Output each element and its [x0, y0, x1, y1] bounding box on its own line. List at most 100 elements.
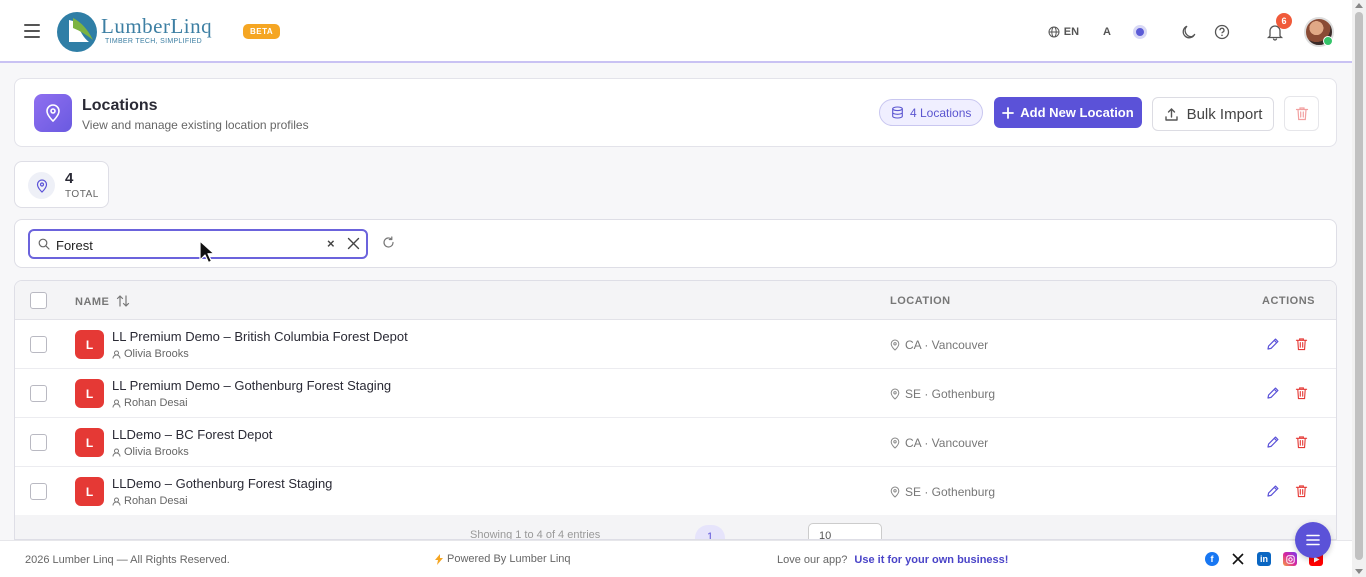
- user-avatar[interactable]: [1304, 17, 1334, 47]
- language-switcher[interactable]: EN: [1048, 26, 1079, 38]
- location-owner-name: Rohan Desai: [124, 397, 188, 409]
- location-place-text: CA · Vancouver: [905, 436, 989, 450]
- location-place: SE · Gothenburg: [890, 387, 995, 401]
- logo-mark-icon: [57, 12, 97, 52]
- row-checkbox[interactable]: [30, 483, 47, 500]
- location-pin-icon: [28, 172, 55, 199]
- edit-icon[interactable]: [1266, 484, 1280, 498]
- list-icon: [1306, 534, 1320, 546]
- edit-icon[interactable]: [1266, 337, 1280, 351]
- plus-icon: [1002, 106, 1015, 119]
- trash-icon[interactable]: [1295, 484, 1308, 498]
- user-icon: [112, 399, 121, 408]
- clear-search-icon[interactable]: ×: [327, 236, 335, 251]
- edit-icon[interactable]: [1266, 435, 1280, 449]
- pagination-bar: Showing 1 to 4 of 4 entries 1 10: [15, 515, 1336, 540]
- location-name[interactable]: LLDemo – BC Forest Depot: [112, 427, 272, 442]
- add-new-location-label: Add New Location: [1020, 105, 1134, 120]
- footer-promo: Love our app? Use it for your own busine…: [777, 554, 1008, 566]
- trash-icon[interactable]: [1295, 435, 1308, 449]
- row-checkbox[interactable]: [30, 385, 47, 402]
- bulk-import-label: Bulk Import: [1186, 105, 1263, 123]
- instagram-icon[interactable]: [1283, 552, 1297, 566]
- location-place: CA · Vancouver: [890, 436, 988, 450]
- add-new-location-button[interactable]: Add New Location: [994, 97, 1142, 128]
- locations-count-label: 4 Locations: [910, 105, 972, 120]
- user-icon: [112, 350, 121, 359]
- location-name[interactable]: LL Premium Demo – Gothenburg Forest Stag…: [112, 378, 391, 393]
- table-row[interactable]: L LL Premium Demo – Gothenburg Forest St…: [15, 369, 1336, 418]
- total-stat-card: 4 TOTAL: [14, 161, 109, 208]
- map-pin-icon: [890, 339, 900, 351]
- bulk-delete-button[interactable]: [1284, 96, 1319, 131]
- top-header: LumberLinq TIMBER TECH, SIMPLIFIED BETA …: [0, 0, 1352, 63]
- x-twitter-icon[interactable]: [1231, 552, 1245, 566]
- trash-icon[interactable]: [1295, 337, 1308, 351]
- location-place-text: CA · Vancouver: [905, 338, 989, 352]
- column-header-name[interactable]: NAME: [75, 295, 130, 308]
- page-scrollbar[interactable]: [1352, 0, 1366, 577]
- notification-count-badge: 6: [1276, 13, 1292, 29]
- help-icon[interactable]: [1213, 23, 1231, 41]
- theme-color-toggle[interactable]: [1133, 25, 1147, 39]
- location-initial-badge: L: [75, 477, 104, 506]
- linkedin-icon[interactable]: in: [1257, 552, 1271, 566]
- location-name[interactable]: LL Premium Demo – British Columbia Fores…: [112, 329, 408, 344]
- menu-icon[interactable]: [24, 24, 40, 38]
- moon-icon[interactable]: [1180, 23, 1198, 41]
- location-place: SE · Gothenburg: [890, 485, 995, 499]
- footer-promo-link[interactable]: Use it for your own business!: [854, 554, 1008, 566]
- page-button-current[interactable]: 1: [695, 525, 725, 539]
- font-size-button[interactable]: A: [1103, 26, 1111, 38]
- location-pin-icon: [34, 94, 72, 132]
- footer-copyright: 2026 Lumber Linq — All Rights Reserved.: [25, 554, 230, 566]
- select-all-checkbox[interactable]: [30, 292, 47, 309]
- trash-icon: [1295, 107, 1308, 121]
- total-stat-label: TOTAL: [65, 189, 99, 200]
- logo[interactable]: LumberLinq TIMBER TECH, SIMPLIFIED: [55, 10, 231, 54]
- bulk-import-button[interactable]: Bulk Import: [1152, 97, 1274, 131]
- scroll-up-arrow-icon[interactable]: [1355, 3, 1363, 8]
- facebook-icon[interactable]: f: [1205, 552, 1219, 566]
- location-place-text: SE · Gothenburg: [905, 485, 996, 499]
- table-row[interactable]: L LLDemo – Gothenburg Forest Staging Roh…: [15, 467, 1336, 516]
- trash-icon[interactable]: [1295, 386, 1308, 400]
- row-checkbox[interactable]: [30, 336, 47, 353]
- scroll-thumb[interactable]: [1355, 12, 1363, 560]
- column-header-actions: ACTIONS: [1262, 295, 1315, 307]
- table-header: NAME LOCATION ACTIONS: [15, 281, 1336, 320]
- floating-menu-button[interactable]: [1295, 522, 1331, 558]
- lightning-icon: [435, 553, 443, 565]
- page-title: Locations: [82, 97, 158, 114]
- search-box: ×: [28, 229, 368, 259]
- table-row[interactable]: L LL Premium Demo – British Columbia For…: [15, 320, 1336, 369]
- column-header-location: LOCATION: [890, 295, 951, 307]
- page-header-card: Locations View and manage existing locat…: [14, 78, 1337, 147]
- pagination-summary: Showing 1 to 4 of 4 entries: [470, 529, 601, 540]
- language-label: EN: [1063, 26, 1080, 38]
- database-icon: [892, 106, 903, 119]
- page-size-select[interactable]: 10: [808, 523, 882, 539]
- search-input[interactable]: [56, 236, 316, 254]
- sort-icon[interactable]: [116, 295, 130, 307]
- refresh-icon[interactable]: [382, 236, 395, 249]
- notifications-button[interactable]: 6: [1266, 13, 1292, 41]
- location-initial-badge: L: [75, 428, 104, 457]
- locations-table: NAME LOCATION ACTIONS L LL Premium Demo …: [14, 280, 1337, 540]
- location-name[interactable]: LLDemo – Gothenburg Forest Staging: [112, 476, 332, 491]
- footer-powered-label: Powered By Lumber Linq: [447, 553, 571, 565]
- table-row[interactable]: L LLDemo – BC Forest Depot Olivia Brooks…: [15, 418, 1336, 467]
- page-subtitle: View and manage existing location profil…: [82, 118, 309, 132]
- logo-tagline: TIMBER TECH, SIMPLIFIED: [105, 38, 203, 45]
- scroll-down-arrow-icon[interactable]: [1355, 569, 1363, 574]
- close-icon[interactable]: [347, 237, 360, 250]
- location-initial-badge: L: [75, 379, 104, 408]
- mouse-cursor-icon: [199, 240, 215, 264]
- location-owner-name: Rohan Desai: [124, 495, 188, 507]
- row-checkbox[interactable]: [30, 434, 47, 451]
- total-stat-value: 4: [65, 170, 74, 187]
- edit-icon[interactable]: [1266, 386, 1280, 400]
- map-pin-icon: [890, 437, 900, 449]
- logo-text: LumberLinq: [101, 14, 213, 38]
- globe-icon: [1048, 26, 1060, 38]
